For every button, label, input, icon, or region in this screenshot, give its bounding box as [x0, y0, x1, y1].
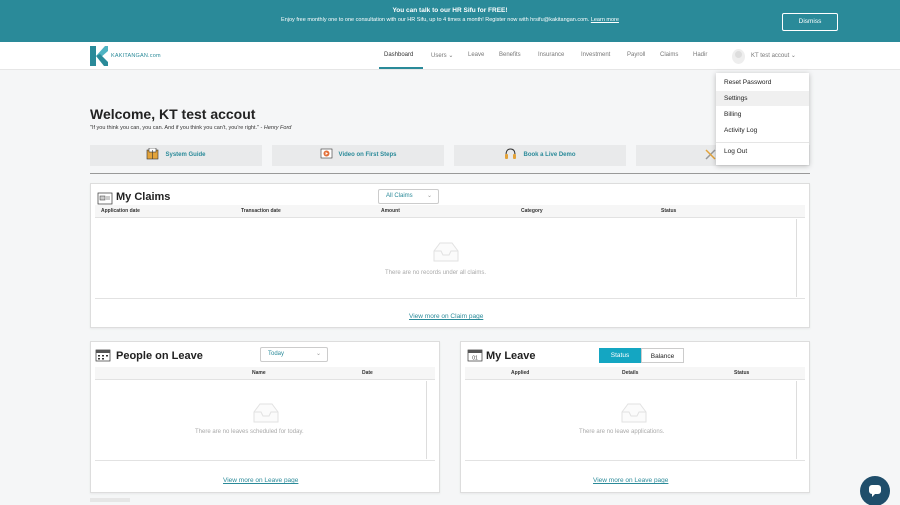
column-amount: Amount — [381, 208, 400, 214]
menu-reset-password[interactable]: Reset Password — [716, 75, 809, 90]
my-leave-card: 01 My Leave Status Balance Applied Detai… — [460, 341, 810, 493]
learn-more-link[interactable]: Learn more — [591, 17, 619, 23]
column-applied: Applied — [511, 370, 530, 376]
tab-status[interactable]: Status — [599, 348, 641, 363]
quote-author: Henry Ford — [263, 125, 292, 131]
nav-users[interactable]: Users ⌄ — [431, 52, 453, 59]
banner-subtitle-text: Enjoy free monthly one to one consultati… — [281, 17, 590, 23]
active-tab-indicator — [379, 67, 423, 69]
menu-divider — [716, 142, 809, 143]
section-divider — [90, 173, 810, 174]
my-leave-table-header: Applied Details Status — [465, 367, 805, 380]
book-icon — [147, 148, 159, 160]
book-live-demo-button[interactable]: Book a Live Demo — [454, 145, 626, 166]
svg-text:01: 01 — [472, 356, 478, 362]
video-first-steps-button[interactable]: Video on First Steps — [272, 145, 444, 166]
nav-users-label: Users — [431, 53, 447, 59]
empty-inbox-icon — [433, 242, 459, 262]
people-on-leave-card: People on Leave Today ⌄ Name Date There a… — [90, 341, 440, 493]
top-navigation: KAKITANGAN.com Dashboard Users ⌄ Leave B… — [0, 42, 900, 70]
menu-log-out[interactable]: Log Out — [716, 144, 809, 159]
column-name: Name — [252, 370, 266, 376]
leave-date-filter-select[interactable]: Today ⌄ — [260, 347, 328, 362]
people-leave-scrollbar[interactable] — [426, 381, 427, 459]
column-application-date: Application date — [101, 208, 140, 214]
chat-icon — [869, 485, 881, 497]
my-leave-footer-divider — [465, 460, 805, 461]
view-claim-page-link[interactable]: View more on Claim page — [409, 313, 483, 320]
chevron-down-icon: ⌄ — [448, 53, 454, 59]
nav-insurance[interactable]: Insurance — [538, 52, 564, 58]
logo-text[interactable]: KAKITANGAN.com — [111, 53, 161, 59]
banner-title: You can talk to our HR Sifu for FREE! — [392, 7, 508, 14]
video-first-steps-label: Video on First Steps — [338, 152, 397, 158]
book-live-demo-label: Book a Live Demo — [523, 152, 576, 158]
claims-filter-select[interactable]: All Claims ⌄ — [378, 189, 439, 204]
nav-claims[interactable]: Claims — [660, 52, 678, 58]
people-on-leave-title: People on Leave — [116, 350, 203, 362]
nav-leave[interactable]: Leave — [468, 52, 484, 58]
dismiss-button[interactable]: Dismiss — [782, 13, 838, 31]
menu-settings[interactable]: Settings — [716, 91, 809, 106]
chevron-down-icon: ⌄ — [790, 53, 796, 59]
nav-benefits[interactable]: Benefits — [499, 52, 521, 58]
headset-icon — [505, 148, 517, 160]
my-claims-title: My Claims — [116, 191, 171, 203]
empty-inbox-icon — [621, 403, 647, 423]
menu-billing[interactable]: Billing — [716, 107, 809, 122]
quote-text: "If you think you can, you can. And if y… — [90, 125, 263, 131]
my-leave-title: My Leave — [486, 350, 536, 362]
claims-filter-value: All Claims — [386, 193, 413, 199]
nav-investment[interactable]: Investment — [581, 52, 610, 58]
claims-table-header: Application date Transaction date Amount… — [95, 205, 805, 218]
claims-icon — [97, 192, 113, 205]
view-leave-page-link[interactable]: View more on Leave page — [223, 477, 298, 484]
video-icon — [320, 149, 332, 159]
column-date: Date — [362, 370, 373, 376]
welcome-quote: "If you think you can, you can. And if y… — [90, 125, 291, 131]
welcome-heading: Welcome, KT test accout — [90, 106, 256, 122]
people-leave-empty-message: There are no leaves scheduled for today. — [195, 429, 304, 435]
view-my-leave-page-link[interactable]: View more on Leave page — [593, 477, 668, 484]
column-category: Category — [521, 208, 543, 214]
claims-footer-divider — [95, 298, 805, 299]
column-status: Status — [734, 370, 750, 376]
system-guide-label: System Guide — [165, 152, 206, 158]
kakitangan-logo-icon[interactable] — [90, 46, 108, 66]
leave-date-filter-value: Today — [268, 351, 285, 357]
column-details: Details — [622, 370, 639, 376]
calendar-icon — [95, 349, 111, 362]
chat-button[interactable] — [860, 476, 890, 505]
user-dropdown-menu: Reset Password Settings Billing Activity… — [716, 73, 809, 165]
column-transaction-date: Transaction date — [241, 208, 281, 214]
avatar[interactable] — [732, 49, 745, 64]
empty-inbox-icon — [253, 403, 279, 423]
nav-hadir[interactable]: Hadir — [693, 52, 707, 58]
claims-empty-message: There are no records under all claims. — [385, 270, 487, 276]
my-leave-empty-message: There are no leave applications. — [579, 429, 665, 435]
people-leave-table-header: Name Date — [95, 367, 435, 380]
calendar-icon: 01 — [467, 349, 483, 362]
user-name: KT test accout — [751, 53, 790, 59]
people-leave-footer-divider — [95, 460, 435, 461]
nav-dashboard[interactable]: Dashboard — [384, 52, 413, 58]
bottom-scroll-indicator — [90, 498, 130, 502]
chevron-down-icon: ⌄ — [426, 193, 432, 199]
hr-sifu-banner: You can talk to our HR Sifu for FREE! En… — [0, 0, 900, 42]
system-guide-button[interactable]: System Guide — [90, 145, 262, 166]
tab-balance[interactable]: Balance — [641, 348, 684, 363]
banner-subtitle: Enjoy free monthly one to one consultati… — [0, 17, 900, 23]
my-leave-scrollbar[interactable] — [796, 381, 797, 459]
user-menu-toggle[interactable]: KT test accout ⌄ — [751, 52, 796, 59]
menu-activity-log[interactable]: Activity Log — [716, 123, 809, 138]
column-status: Status — [661, 208, 677, 214]
chevron-down-icon: ⌄ — [315, 351, 321, 357]
claims-scrollbar[interactable] — [796, 219, 797, 297]
nav-payroll[interactable]: Payroll — [627, 52, 645, 58]
my-claims-card: My Claims All Claims ⌄ Application date T… — [90, 183, 810, 328]
